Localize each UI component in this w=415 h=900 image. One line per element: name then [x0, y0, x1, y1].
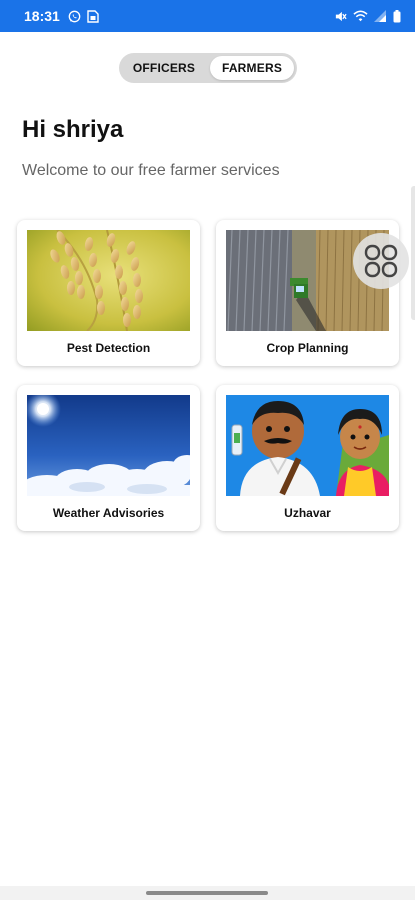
rice-grains-image — [27, 230, 190, 331]
crop-planning-label: Crop Planning — [266, 341, 349, 355]
sim-card-icon — [87, 9, 99, 23]
weather-advisories-card[interactable]: Weather Advisories — [17, 385, 200, 531]
uzhavar-label: Uzhavar — [284, 506, 331, 520]
greeting-title: Hi shriya — [22, 116, 124, 143]
home-gesture-handle[interactable] — [146, 891, 268, 895]
officers-tab[interactable]: OFFICERS — [122, 56, 206, 80]
role-toggle: OFFICERS FARMERS — [119, 53, 297, 83]
uzhavar-card[interactable]: Uzhavar — [216, 385, 399, 531]
weather-advisories-label: Weather Advisories — [52, 506, 165, 520]
grid-menu-button[interactable] — [353, 233, 409, 289]
welcome-subtitle: Welcome to our free farmer services — [22, 162, 280, 179]
farmer-couple-image — [226, 395, 389, 496]
pest-detection-card[interactable]: Pest Detection — [17, 220, 200, 366]
edge-panel-handle[interactable] — [411, 186, 415, 320]
whatsapp-icon — [68, 10, 81, 23]
status-right — [334, 9, 401, 23]
grid-icon — [364, 244, 398, 278]
farmers-tab[interactable]: FARMERS — [210, 56, 294, 80]
sky-clouds-image — [27, 395, 190, 496]
battery-icon — [393, 9, 401, 23]
status-left: 18:31 — [24, 8, 99, 24]
signal-icon — [374, 10, 387, 22]
wifi-icon — [353, 10, 368, 22]
mute-icon — [334, 10, 347, 23]
status-time: 18:31 — [24, 8, 60, 24]
pest-detection-label: Pest Detection — [66, 341, 151, 355]
status-bar: 18:31 — [0, 0, 415, 32]
system-nav-bar — [0, 886, 415, 900]
